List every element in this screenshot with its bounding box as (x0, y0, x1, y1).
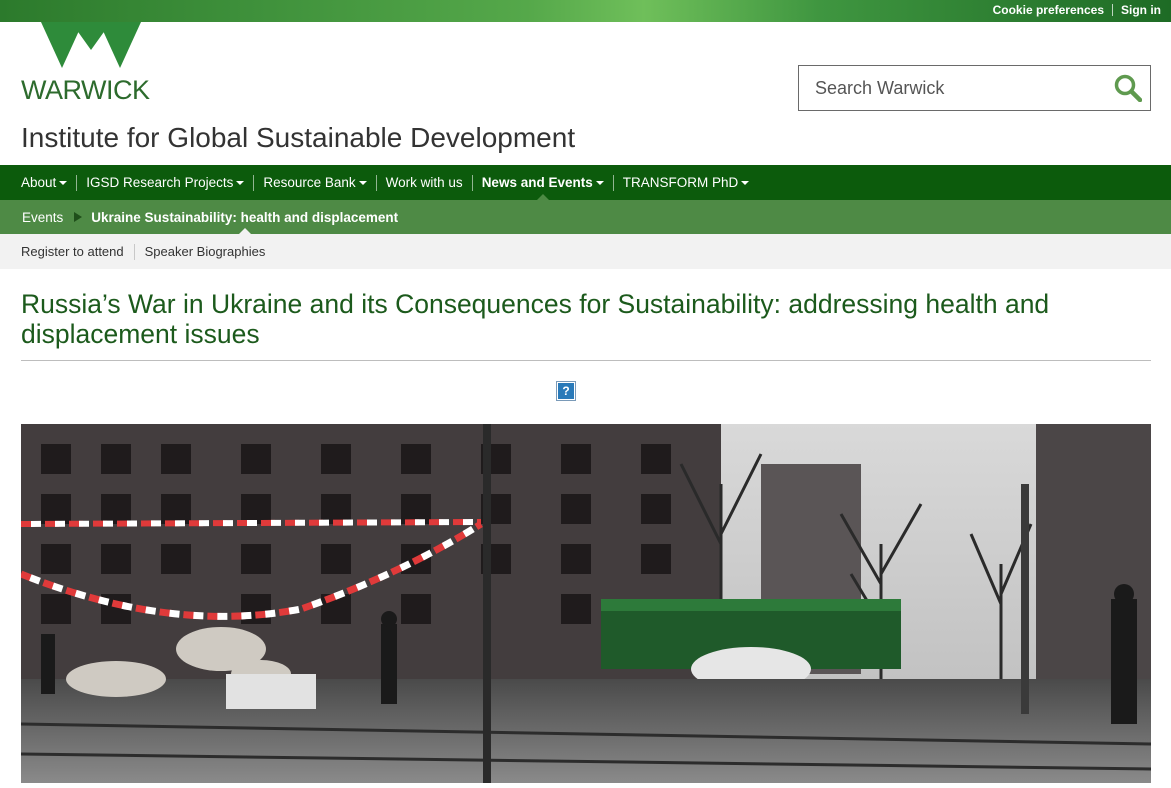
nav-item-label: IGSD Research Projects (86, 175, 234, 190)
search-icon (1114, 74, 1142, 102)
caret-down-icon (741, 180, 750, 185)
nav-item-work-with-us[interactable]: Work with us (386, 165, 463, 200)
search-box (798, 65, 1151, 111)
breadcrumb-current-label: Ukraine Sustainability: health and displ… (91, 209, 399, 225)
utility-separator (1112, 4, 1113, 16)
nav-item-resource-bank[interactable]: Resource Bank (263, 165, 367, 200)
hero-photo (21, 424, 1151, 783)
top-utility-bar: Cookie preferences Sign in (0, 0, 1171, 22)
nav-separator (471, 174, 473, 191)
page-title: Russia’s War in Ukraine and its Conseque… (21, 289, 1050, 349)
caret-down-icon (595, 180, 604, 185)
title-divider (21, 360, 1151, 361)
war-damage-photo-image (21, 424, 1151, 783)
nav-separator (253, 174, 255, 191)
nav-item-news-and-events[interactable]: News and Events (482, 165, 604, 200)
breadcrumb-arrow-icon (74, 212, 83, 222)
nav-separator (375, 174, 377, 191)
caret-down-icon (236, 180, 245, 185)
utility-links: Cookie preferences Sign in (993, 3, 1161, 17)
site-title[interactable]: Institute for Global Sustainable Develop… (21, 122, 575, 154)
sub-navigation: Register to attend Speaker Biographies (0, 234, 1171, 269)
search-input[interactable] (799, 66, 1106, 110)
breadcrumb-events[interactable]: Events (22, 200, 63, 234)
caret-down-icon (59, 180, 68, 185)
nav-item-label: Resource Bank (263, 175, 356, 190)
breadcrumb: Events Ukraine Sustainability: health an… (0, 200, 1171, 234)
nav-item-label: Work with us (385, 175, 463, 190)
cookie-preferences-link[interactable]: Cookie preferences (993, 3, 1104, 17)
warwick-wordmark[interactable]: WARWICK (21, 75, 150, 106)
breadcrumb-current-page[interactable]: Ukraine Sustainability: health and displ… (91, 200, 398, 234)
broken-image-icon: ? (556, 381, 576, 401)
nav-item-label: News and Events (481, 175, 593, 190)
broken-image-glyph: ? (558, 383, 574, 399)
sign-in-link[interactable]: Sign in (1121, 3, 1161, 17)
subnav-register-to-attend[interactable]: Register to attend (21, 244, 124, 259)
main-navigation: About IGSD Research Projects Resource Ba… (0, 165, 1171, 200)
caret-down-icon (358, 180, 367, 185)
nav-separator (76, 174, 78, 191)
nav-item-label: About (21, 175, 57, 190)
subnav-separator (133, 243, 135, 260)
nav-separator (612, 174, 614, 191)
warwick-w-mark-icon (41, 22, 141, 68)
nav-item-igsd-research-projects[interactable]: IGSD Research Projects (86, 165, 245, 200)
search-button[interactable] (1106, 66, 1150, 110)
subnav-speaker-biographies[interactable]: Speaker Biographies (145, 244, 266, 259)
nav-item-label: TRANSFORM PhD (622, 175, 739, 190)
nav-item-transform-phd[interactable]: TRANSFORM PhD (623, 165, 750, 200)
nav-item-about[interactable]: About (21, 165, 68, 200)
